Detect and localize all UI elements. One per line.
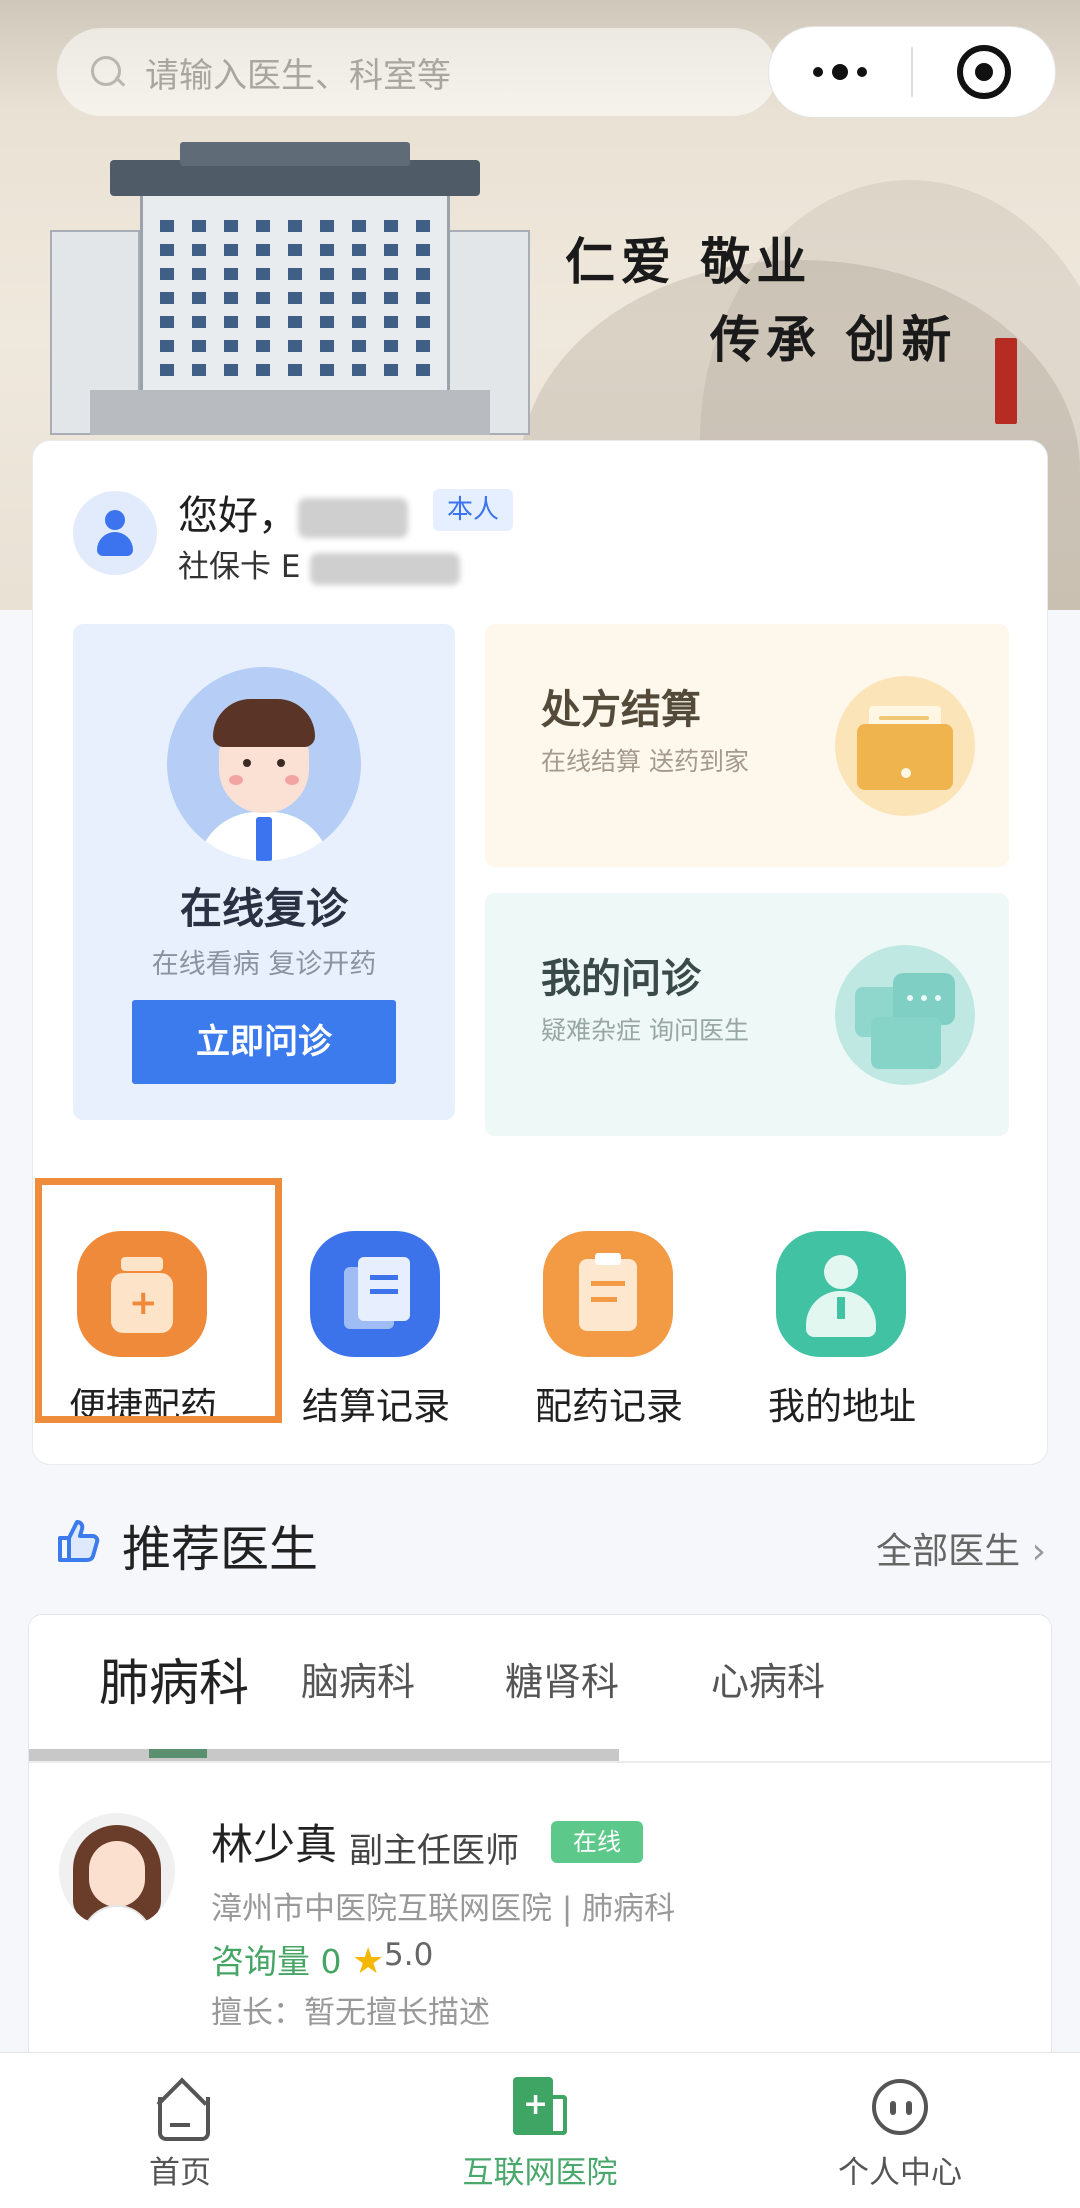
nav-home[interactable]: 首页 bbox=[0, 2053, 360, 2208]
nav-home-label: 首页 bbox=[149, 2155, 211, 2191]
nav-internet-hospital[interactable]: + 互联网医院 bbox=[360, 2053, 720, 2208]
clipboard-icon bbox=[543, 1231, 673, 1357]
red-seal bbox=[995, 338, 1017, 424]
tab-pulmonary[interactable]: 肺病科 bbox=[99, 1643, 249, 1715]
my-consultation-title: 我的问诊 bbox=[541, 956, 701, 1002]
recommend-title: 推荐医生 bbox=[122, 1521, 319, 1578]
more-options-button[interactable] bbox=[769, 64, 911, 80]
blurred-card-number bbox=[310, 552, 461, 585]
tab-scrollbar[interactable] bbox=[29, 1749, 619, 1761]
banner-slogan-line2: 传承 创新 bbox=[710, 310, 958, 369]
shortcut-label: 配药记录 bbox=[535, 1385, 683, 1428]
shortcut-my-address[interactable]: 我的地址 bbox=[732, 1181, 952, 1428]
card-label: 社保卡 E bbox=[178, 549, 301, 585]
shortcut-label: 结算记录 bbox=[302, 1385, 450, 1428]
tab-neurology[interactable]: 脑病科 bbox=[301, 1651, 415, 1706]
tab-cardiology[interactable]: 心病科 bbox=[711, 1651, 825, 1706]
chevron-right-icon: › bbox=[1031, 1531, 1046, 1572]
close-miniprogram-button[interactable] bbox=[913, 45, 1055, 99]
doctor-name[interactable]: 林少真 bbox=[211, 1811, 337, 1872]
chat-bubbles-icon bbox=[835, 945, 975, 1085]
page: 仁爱 敬业 传承 创新 请输入医生、科室等 您好， 本人 社保卡 E 在线复诊 … bbox=[0, 0, 1080, 2208]
document-icon bbox=[310, 1231, 440, 1357]
hospital-building-image bbox=[50, 142, 530, 435]
highlight-box bbox=[35, 1178, 282, 1423]
more-dots-icon bbox=[813, 67, 823, 77]
miniprogram-capsule bbox=[768, 26, 1056, 118]
all-doctors-link[interactable]: 全部医生 › bbox=[876, 1522, 1046, 1574]
profile-face-icon bbox=[872, 2079, 928, 2135]
online-status-badge: 在线 bbox=[551, 1821, 643, 1863]
nav-profile-label: 个人中心 bbox=[838, 2155, 962, 2191]
online-revisit-tile[interactable]: 在线复诊 在线看病 复诊开药 立即问诊 bbox=[73, 624, 455, 1120]
doctor-avatar[interactable] bbox=[59, 1813, 175, 1929]
recommend-header: 推荐医生 全部医生 › bbox=[56, 1510, 1046, 1580]
prescription-settlement-tile[interactable]: 处方结算 在线结算 送药到家 bbox=[485, 624, 1009, 867]
online-revisit-title: 在线复诊 bbox=[179, 884, 348, 933]
department-tabs: 肺病科 脑病科 糖肾科 心病科 bbox=[29, 1615, 1051, 1765]
self-badge: 本人 bbox=[433, 489, 514, 531]
prescription-subtitle: 在线结算 送药到家 bbox=[541, 747, 749, 776]
star-icon: ★ bbox=[352, 1941, 385, 1982]
doctor-title: 副主任医师 bbox=[349, 1831, 519, 1871]
thumbs-up-icon bbox=[58, 1520, 100, 1562]
online-revisit-subtitle: 在线看病 复诊开药 bbox=[151, 949, 377, 980]
nav-internet-hospital-label: 互联网医院 bbox=[462, 2155, 618, 2191]
blurred-name bbox=[298, 498, 408, 538]
tab-diabetes-nephrology[interactable]: 糖肾科 bbox=[505, 1651, 619, 1706]
search-bar[interactable]: 请输入医生、科室等 bbox=[57, 28, 777, 116]
home-icon bbox=[155, 2083, 210, 2141]
prescription-title: 处方结算 bbox=[541, 687, 701, 733]
person-icon bbox=[95, 510, 135, 556]
banner-slogan-line1: 仁爱 敬业 bbox=[565, 232, 813, 291]
doctor-specialty: 擅长：暂无擅长描述 bbox=[211, 1995, 490, 2031]
card-number: 社保卡 E bbox=[178, 541, 461, 586]
doctor-consult-count: 咨询量 0 ★ bbox=[211, 1935, 384, 1983]
hospital-icon: + bbox=[513, 2077, 569, 2137]
tab-indicator bbox=[149, 1749, 207, 1758]
wallet-icon bbox=[835, 676, 975, 816]
doctor-illustration bbox=[167, 667, 361, 861]
search-icon bbox=[87, 52, 127, 92]
person-pin-icon bbox=[776, 1231, 906, 1357]
doctor-hospital: 漳州市中医院互联网医院 | 肺病科 bbox=[211, 1891, 676, 1927]
search-placeholder: 请输入医生、科室等 bbox=[145, 55, 451, 96]
consult-count-label: 咨询量 0 bbox=[211, 1942, 342, 1981]
user-avatar bbox=[73, 491, 157, 575]
doctor-list-card: 肺病科 脑病科 糖肾科 心病科 林少真 副主任医师 在线 漳州市中医院互联网医院… bbox=[28, 1614, 1052, 2054]
shortcut-dispensing-records[interactable]: 配药记录 bbox=[499, 1181, 719, 1428]
shortcut-settlement-records[interactable]: 结算记录 bbox=[266, 1181, 486, 1428]
greeting-text: 您好， bbox=[178, 483, 408, 541]
target-circle-icon bbox=[956, 45, 1011, 99]
shortcut-label: 我的地址 bbox=[768, 1385, 916, 1428]
doctor-rating: 5.0 bbox=[384, 1937, 434, 1973]
consult-now-button[interactable]: 立即问诊 bbox=[132, 1000, 396, 1084]
greeting-label: 您好， bbox=[178, 493, 298, 539]
all-doctors-label: 全部医生 bbox=[876, 1531, 1021, 1572]
my-consultation-tile[interactable]: 我的问诊 疑难杂症 询问医生 bbox=[485, 893, 1009, 1136]
my-consultation-subtitle: 疑难杂症 询问医生 bbox=[541, 1016, 749, 1045]
nav-profile[interactable]: 个人中心 bbox=[720, 2053, 1080, 2208]
bottom-tabbar: 首页 + 互联网医院 个人中心 bbox=[0, 2052, 1080, 2208]
